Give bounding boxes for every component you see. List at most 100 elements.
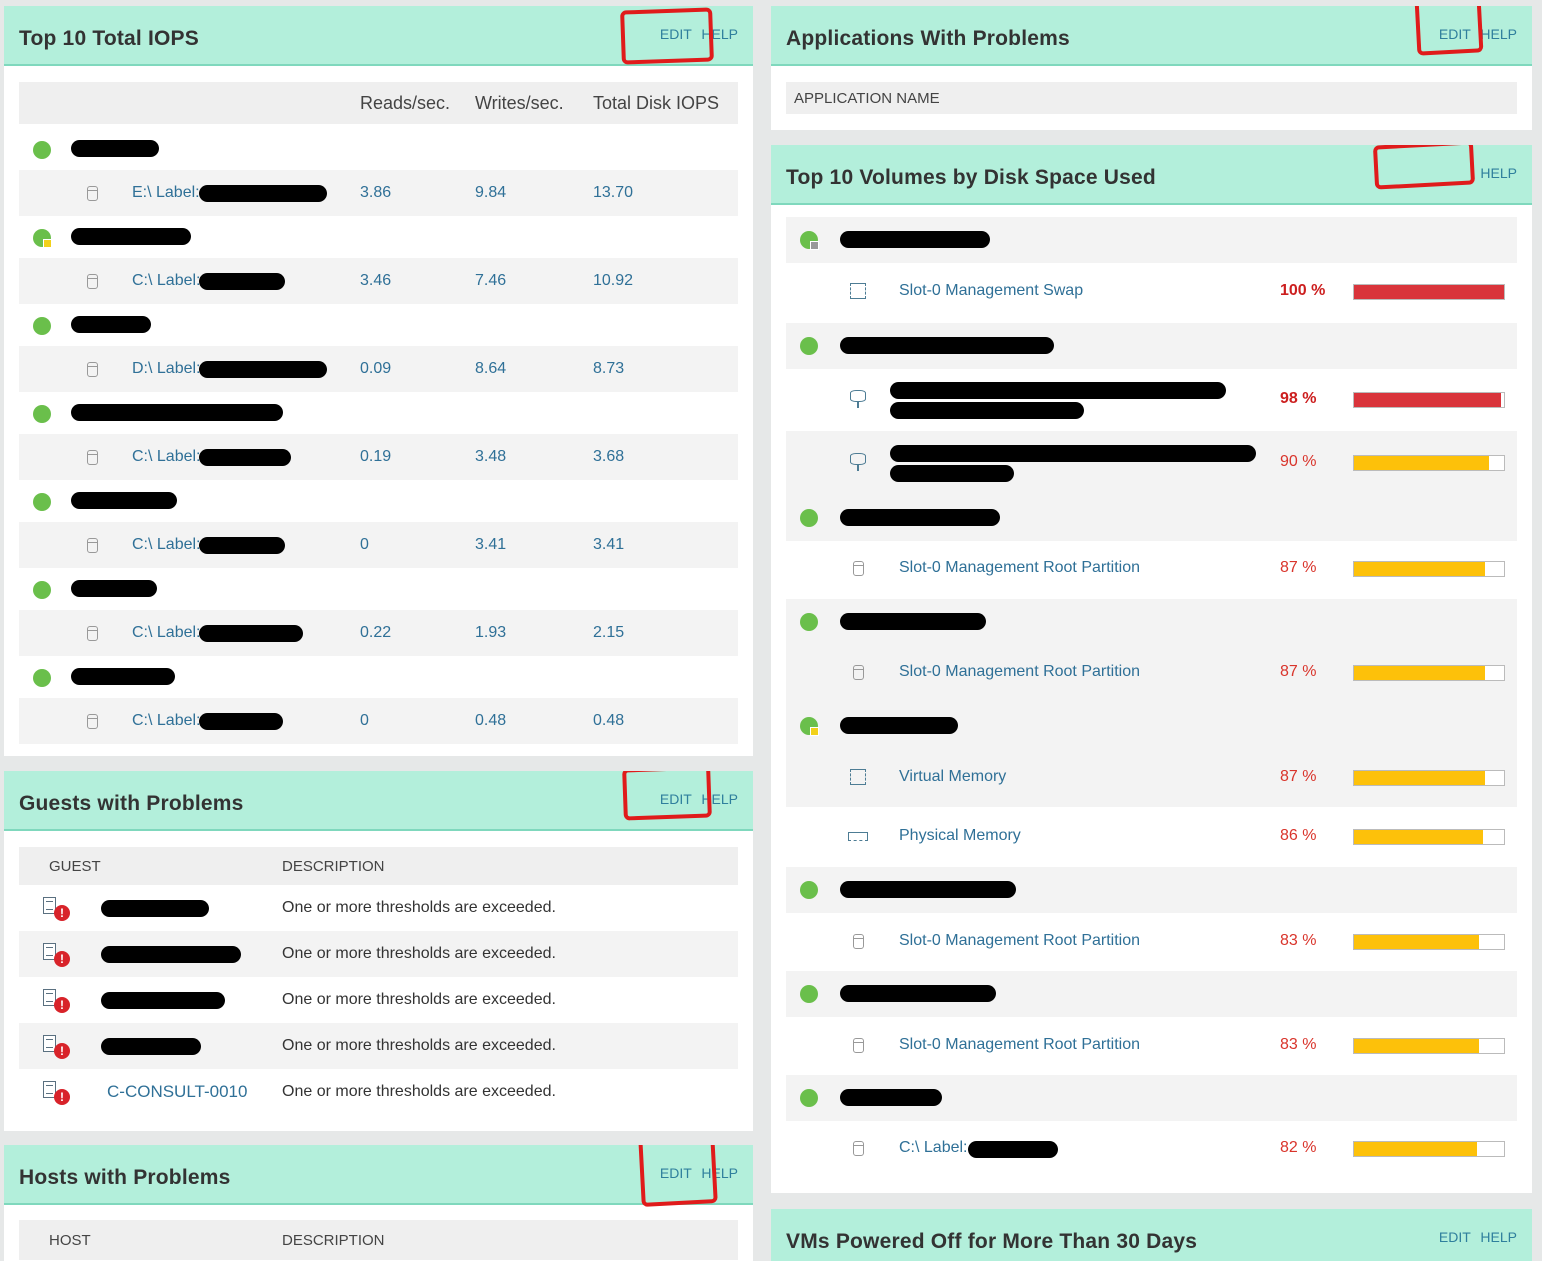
volume-link[interactable]: Physical Memory bbox=[899, 827, 1021, 845]
node-row[interactable] bbox=[786, 217, 1517, 263]
volume-link[interactable]: C:\ Label: bbox=[132, 448, 200, 466]
redacted-guest-name bbox=[101, 1038, 201, 1055]
volume-link[interactable]: Slot-0 Management Root Partition bbox=[899, 1036, 1140, 1054]
guest-name-link[interactable]: C-CONSULT-0010 bbox=[107, 1082, 247, 1102]
vms-off-help-link[interactable]: HELP bbox=[1480, 1229, 1517, 1245]
usage-bar bbox=[1353, 1141, 1505, 1157]
status-up-icon bbox=[800, 985, 818, 1003]
disk-icon bbox=[87, 538, 98, 553]
guest-row[interactable]: ! One or more thresholds are exceeded. bbox=[19, 885, 738, 931]
apps-col-name: APPLICATION NAME bbox=[794, 90, 940, 107]
reads-value: 3.86 bbox=[360, 184, 392, 201]
guests-col-desc: DESCRIPTION bbox=[282, 858, 385, 875]
vms-off-title: VMs Powered Off for More Than 30 Days bbox=[786, 1230, 1198, 1253]
writes-value: 9.84 bbox=[475, 184, 507, 201]
network-storage-icon bbox=[850, 390, 866, 410]
redacted-guest-name bbox=[101, 946, 241, 963]
node-row[interactable] bbox=[19, 394, 738, 434]
node-row[interactable] bbox=[786, 495, 1517, 541]
volume-link[interactable]: C:\ Label: bbox=[899, 1139, 967, 1157]
node-row[interactable] bbox=[786, 867, 1517, 913]
redacted-node-name bbox=[840, 985, 996, 1002]
redacted-label bbox=[199, 185, 327, 202]
redacted-node-name bbox=[71, 316, 151, 333]
node-row[interactable] bbox=[786, 323, 1517, 369]
volume-link[interactable]: D:\ Label: bbox=[132, 360, 200, 378]
disk-icon bbox=[87, 362, 98, 377]
volume-row: C:\ Label: 0.19 3.48 3.68 bbox=[19, 434, 738, 480]
redacted-label bbox=[199, 713, 283, 730]
volume-row: C:\ Label: 0 0.48 0.48 bbox=[19, 698, 738, 744]
usage-bar-fill bbox=[1354, 1039, 1479, 1053]
guest-row[interactable]: ! One or more thresholds are exceeded. bbox=[19, 977, 738, 1023]
volume-link[interactable]: Virtual Memory bbox=[899, 768, 1006, 786]
usage-bar-fill bbox=[1354, 393, 1501, 407]
usage-bar-fill bbox=[1354, 935, 1479, 949]
node-row[interactable] bbox=[19, 482, 738, 522]
node-row[interactable] bbox=[19, 658, 738, 698]
usage-percent: 83 % bbox=[1280, 1036, 1317, 1053]
writes-value: 3.48 bbox=[475, 448, 507, 465]
redacted-node-name bbox=[840, 509, 1000, 526]
redacted-volume-name bbox=[890, 445, 1256, 462]
volume-link[interactable]: Slot-0 Management Root Partition bbox=[899, 663, 1140, 681]
node-row[interactable] bbox=[786, 1075, 1517, 1121]
redacted-label bbox=[199, 625, 303, 642]
error-badge-icon: ! bbox=[54, 951, 70, 967]
guests-col-guest: GUEST bbox=[49, 858, 101, 875]
hosts-panel: Hosts with Problems EDIT HELP HOST DESCR… bbox=[4, 1145, 753, 1261]
total-value: 10.92 bbox=[593, 272, 634, 289]
storage-cylinder bbox=[850, 453, 866, 465]
node-row[interactable] bbox=[786, 703, 1517, 749]
apps-title: Applications With Problems bbox=[786, 27, 1070, 50]
node-row[interactable] bbox=[19, 570, 738, 610]
volume-link[interactable]: Slot-0 Management Swap bbox=[899, 282, 1083, 300]
volume-row: 90 % bbox=[786, 431, 1517, 495]
volume-link[interactable]: C:\ Label: bbox=[132, 272, 200, 290]
volume-link[interactable]: Slot-0 Management Root Partition bbox=[899, 932, 1140, 950]
guest-alert-icon: ! bbox=[43, 989, 70, 1013]
usage-percent: 82 % bbox=[1280, 1139, 1317, 1156]
volume-row: Slot-0 Management Root Partition 83 % bbox=[786, 1017, 1517, 1075]
redacted-label bbox=[968, 1141, 1058, 1158]
redacted-volume-name bbox=[890, 382, 1226, 399]
volumes-help-link[interactable]: HELP bbox=[1480, 165, 1517, 181]
storage-cylinder bbox=[850, 390, 866, 402]
redacted-node-name bbox=[71, 404, 283, 421]
vms-off-edit-link[interactable]: EDIT bbox=[1439, 1229, 1471, 1245]
apps-help-link[interactable]: HELP bbox=[1480, 26, 1517, 42]
annotation-box bbox=[1372, 145, 1476, 190]
usage-bar bbox=[1353, 829, 1505, 845]
hosts-table-header: HOST DESCRIPTION bbox=[19, 1220, 738, 1260]
hosts-col-desc: DESCRIPTION bbox=[282, 1232, 385, 1249]
guest-row[interactable]: ! One or more thresholds are exceeded. bbox=[19, 1023, 738, 1069]
guest-alert-icon: ! bbox=[43, 943, 70, 967]
usage-bar-fill bbox=[1354, 666, 1485, 680]
volume-row: C:\ Label: 0.22 1.93 2.15 bbox=[19, 610, 738, 656]
guest-row[interactable]: ! One or more thresholds are exceeded. bbox=[19, 931, 738, 977]
error-badge-icon: ! bbox=[54, 1043, 70, 1059]
node-row[interactable] bbox=[786, 599, 1517, 645]
volume-link[interactable]: Slot-0 Management Root Partition bbox=[899, 559, 1140, 577]
total-value: 3.41 bbox=[593, 536, 625, 553]
usage-percent: 87 % bbox=[1280, 663, 1317, 680]
volume-row: 98 % bbox=[786, 369, 1517, 431]
node-row[interactable] bbox=[19, 306, 738, 346]
volume-link[interactable]: E:\ Label: bbox=[132, 184, 200, 202]
hosts-title: Hosts with Problems bbox=[19, 1166, 231, 1189]
node-row[interactable] bbox=[786, 971, 1517, 1017]
volume-link[interactable]: C:\ Label: bbox=[132, 624, 200, 642]
usage-percent: 87 % bbox=[1280, 768, 1317, 785]
error-badge-icon: ! bbox=[54, 997, 70, 1013]
volume-link[interactable]: C:\ Label: bbox=[132, 536, 200, 554]
volume-link[interactable]: C:\ Label: bbox=[132, 712, 200, 730]
redacted-node-name bbox=[840, 231, 990, 248]
node-row[interactable] bbox=[19, 218, 738, 258]
total-value: 2.15 bbox=[593, 624, 625, 641]
guest-description: One or more thresholds are exceeded. bbox=[282, 945, 556, 962]
disk-icon bbox=[853, 1141, 864, 1156]
reads-value: 0 bbox=[360, 536, 369, 553]
iops-col-reads: Reads/sec. bbox=[360, 93, 451, 113]
guest-row[interactable]: ! C-CONSULT-0010 One or more thresholds ar… bbox=[19, 1069, 738, 1115]
node-row[interactable] bbox=[19, 130, 738, 170]
